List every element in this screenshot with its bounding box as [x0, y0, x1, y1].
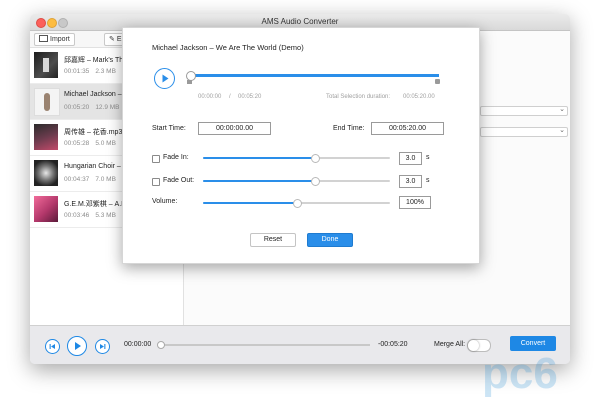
fade-out-slider-fill	[203, 180, 316, 182]
end-time-label: End Time:	[333, 125, 365, 132]
pencil-icon: ✎	[109, 36, 115, 43]
track-size: 5.0 MB	[95, 140, 116, 147]
play-preview-button[interactable]	[154, 68, 175, 89]
volume-value-field[interactable]: 100%	[399, 196, 431, 209]
fade-in-slider-fill	[203, 157, 316, 159]
album-art-thumbnail	[34, 196, 58, 222]
fade-in-label: Fade In:	[163, 154, 189, 161]
start-time-label: Start Time:	[152, 125, 186, 132]
album-art-thumbnail	[34, 160, 58, 186]
selection-duration-label: Total Selection duration:	[326, 94, 391, 100]
playhead-total: 00:05:20	[238, 94, 262, 100]
track-size: 5.3 MB	[95, 212, 116, 219]
playback-progress-track[interactable]	[158, 344, 370, 346]
volume-slider-knob[interactable]	[292, 199, 302, 208]
edit-label: E	[116, 36, 122, 43]
trim-start-marker[interactable]	[187, 80, 192, 84]
skip-forward-icon	[100, 344, 106, 349]
fade-in-unit: s	[426, 154, 430, 161]
chevron-down-icon: ⌄	[559, 127, 565, 134]
selection-duration-value: 00:05:20.00	[403, 94, 435, 100]
album-art-thumbnail	[34, 124, 58, 150]
fade-out-label: Fade Out:	[163, 177, 195, 184]
track-size: 7.0 MB	[95, 176, 116, 183]
playhead-start: 00:00:00	[198, 94, 222, 100]
track-meta: 00:03:46 5.3 MB	[64, 212, 122, 219]
track-duration: 00:01:35	[64, 68, 90, 75]
reset-button[interactable]: Reset	[250, 233, 296, 247]
track-meta: 00:05:28 5.0 MB	[64, 140, 122, 147]
fade-out-slider-knob[interactable]	[311, 177, 321, 186]
track-name: 周传雄 – 花香.mp3	[64, 129, 123, 136]
start-time-field[interactable]: 00:00:00.00	[198, 122, 271, 135]
dialog-song-title: Michael Jackson – We Are The World (Demo…	[152, 43, 304, 52]
track-meta: 00:05:20 12.9 MB	[64, 104, 126, 111]
track-meta: 00:04:37 7.0 MB	[64, 176, 122, 183]
merge-all-label: Merge All:	[434, 341, 466, 348]
track-size: 12.9 MB	[95, 104, 120, 111]
import-label: Import	[50, 36, 70, 43]
fade-in-slider[interactable]	[203, 154, 390, 163]
remaining-time: -00:05:20	[378, 341, 408, 348]
track-duration: 00:05:28	[64, 140, 90, 147]
fade-in-checkbox[interactable]	[152, 155, 160, 163]
track-size: 2.3 MB	[95, 68, 116, 75]
track-duration: 00:05:20	[64, 104, 90, 111]
skip-back-icon	[49, 344, 55, 349]
play-icon	[162, 74, 169, 83]
format-select[interactable]: ⌄	[480, 106, 568, 116]
window-title: AMS Audio Converter	[261, 17, 339, 26]
fade-out-value-field[interactable]: 3.0	[399, 175, 422, 188]
edit-audio-dialog: Michael Jackson – We Are The World (Demo…	[122, 27, 480, 264]
svg-text:pc6: pc6	[482, 349, 558, 398]
trim-range-track[interactable]	[191, 74, 439, 77]
fade-out-unit: s	[426, 177, 430, 184]
playhead-separator: /	[229, 94, 231, 100]
fade-in-slider-knob[interactable]	[311, 154, 321, 163]
import-icon	[39, 35, 48, 42]
pc6-watermark-logo: pc6	[478, 340, 598, 400]
next-button[interactable]	[95, 339, 110, 354]
volume-label: Volume:	[152, 198, 178, 205]
fade-in-value-field[interactable]: 3.0	[399, 152, 422, 165]
track-name: G.E.M.邓紫棋 – A.I.N	[64, 201, 131, 208]
current-time: 00:00:00	[124, 341, 152, 348]
play-icon	[75, 342, 81, 350]
chevron-down-icon: ⌄	[559, 106, 565, 113]
volume-slider-fill	[203, 202, 297, 204]
volume-slider[interactable]	[203, 199, 390, 208]
previous-button[interactable]	[45, 339, 60, 354]
track-name: 邱嘉辉 – Mark's The	[64, 57, 128, 64]
track-duration: 00:04:37	[64, 176, 90, 183]
import-button[interactable]: Import	[34, 33, 75, 46]
album-art-thumbnail	[34, 52, 58, 78]
fade-out-checkbox[interactable]	[152, 178, 160, 186]
playback-progress-knob[interactable]	[157, 341, 165, 349]
track-name: Michael Jackson – ..	[64, 91, 128, 98]
track-duration: 00:03:46	[64, 212, 90, 219]
play-button[interactable]	[67, 336, 87, 356]
fade-out-slider[interactable]	[203, 177, 390, 186]
album-art-thumbnail	[34, 88, 60, 116]
done-button[interactable]: Done	[307, 233, 353, 247]
end-time-field[interactable]: 00:05:20.00	[371, 122, 444, 135]
track-name: Hungarian Choir – Fo	[64, 163, 131, 170]
quality-select[interactable]: ⌄	[480, 127, 568, 137]
track-meta: 00:01:35 2.3 MB	[64, 68, 122, 75]
trim-end-handle[interactable]	[435, 79, 440, 84]
